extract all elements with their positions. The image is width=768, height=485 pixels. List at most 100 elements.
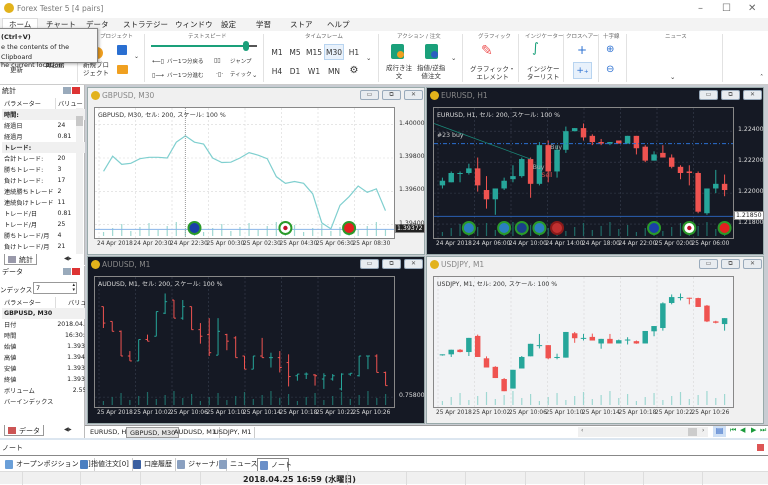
data-tab[interactable]: データ [4,425,44,436]
chart-close-button[interactable]: ✕ [404,90,423,100]
timeframe-m30[interactable]: M30 [324,44,344,60]
chart-restore-button[interactable]: ⧉ [721,90,740,100]
panel-close-icon[interactable] [72,268,80,275]
chart-canvas[interactable] [434,108,733,238]
next-bar-icon[interactable]: ▶ [751,426,756,434]
last-bar-icon[interactable]: ⏭ [760,426,766,435]
tile-windows-icon[interactable]: ▤ [713,426,726,437]
chart-close-button[interactable]: ✕ [743,259,762,269]
open-folder-icon[interactable] [117,65,128,74]
close-window-button[interactable]: ✕ [748,3,756,14]
indicator-list-button[interactable]: インジケー ターリスト [527,65,560,81]
indicator-curve-icon: ∫ [532,41,539,56]
news-more-chevron-icon[interactable]: ⌄ [670,73,675,81]
action-more-chevron-icon[interactable]: ⌄ [451,54,456,62]
tab-store[interactable]: ストア [290,19,313,30]
graphic-elements-button[interactable]: グラフィック・ エレメント [470,65,515,81]
panel-close-icon[interactable] [72,87,80,94]
timeframe-h4[interactable]: H4 [268,67,286,76]
market-order-button[interactable]: 成行き注 文 [386,64,412,80]
prev-bar-icon[interactable]: ◀ [740,426,745,434]
timeframe-settings-gear-icon[interactable]: ⚙ [345,65,363,76]
param-label: 高値 [2,352,55,363]
tab-settings[interactable]: 設定 [221,19,236,30]
tab-news[interactable]: ニュース [217,458,262,471]
tabs-horizontal-scrollbar[interactable]: ‹› [578,427,708,437]
chart-canvas[interactable] [95,108,394,238]
param-label: トレード/日 [2,208,56,219]
tab-account-history[interactable]: 口座履歴 [131,458,176,471]
pending-order-icon [80,460,88,469]
tab-pending-orders[interactable]: 指値注文[0] [78,458,133,471]
time-axis-label: 25 Apr 10:18 [280,410,318,416]
tick-button[interactable]: ティック [230,71,252,79]
crosshair-mode-icon[interactable]: +₊ [573,62,592,79]
chart-canvas[interactable] [434,277,733,407]
timeframe-w1[interactable]: W1 [305,67,323,76]
tab-learning[interactable]: 学習 [256,19,271,30]
param-label: 時間: [2,109,56,120]
chart-document-tabs: EURUSD, H1 GBPUSD, M30 AUDUSD, M1 USDJPY… [85,425,768,438]
candle-body [598,339,603,344]
speed-more-chevron-icon[interactable]: ⌄ [252,71,257,79]
maximize-window-button[interactable]: ☐ [722,3,731,14]
chart-restore-button[interactable]: ⧉ [721,259,740,269]
chart-restore-button[interactable]: ⧉ [382,259,401,269]
index-spinner-icon[interactable]: ▴▾ [72,283,75,293]
timeframe-m5[interactable]: M5 [286,48,304,57]
panel-restore-icon[interactable] [63,87,71,94]
chart-minimize-button[interactable]: ▭ [699,259,718,269]
time-axis-label: 25 Apr 10:26 [353,410,391,416]
param-label: 経過月 [2,131,56,142]
timeframe-d1[interactable]: D1 [286,67,304,76]
project-more-chevron-icon[interactable]: ⌄ [134,53,139,61]
bar-back-button[interactable]: バー1つ分戻る [167,58,204,66]
chart-close-button[interactable]: ✕ [743,90,762,100]
test-speed-slider[interactable] [151,45,257,47]
timeframe-h1[interactable]: H1 [345,48,363,57]
save-icon[interactable] [117,45,127,55]
chart-canvas[interactable] [95,277,394,407]
crosshair-icon[interactable]: + [577,43,587,57]
chart-close-button[interactable]: ✕ [404,259,423,269]
index-input[interactable]: 7▴▾ [33,282,77,294]
zoom-out-icon[interactable]: ⊖ [606,64,614,75]
table-row: 勝ちトレード:3 [2,164,85,175]
pending-order-button[interactable]: 指値/逆指 値注文 [417,64,445,80]
zoom-in-icon[interactable]: ⊕ [606,44,614,55]
tooltip-line: he current location. [1,60,95,70]
chart-minimize-button[interactable]: ▭ [360,259,379,269]
chart-minimize-button[interactable]: ▭ [360,90,379,100]
tab-strategy[interactable]: ストラテジー [123,19,168,30]
crosshair-group-label: クロスヘアー [566,32,598,40]
candle-body [554,357,559,358]
bar-forward-button[interactable]: バー1つ分進む [167,72,204,80]
note-close-icon[interactable] [757,444,764,451]
stats-scrollbar[interactable] [76,108,83,254]
param-label: 安値 [2,363,55,374]
timeframe-mn[interactable]: MN [325,67,343,76]
timeframe-m1[interactable]: M1 [268,48,286,57]
minimize-window-button[interactable]: – [698,3,703,14]
jump-button[interactable]: ジャンプ [230,58,252,66]
param-label: 始値 [2,341,55,352]
doc-tab-usdjpy[interactable]: USDJPY, M1 [211,427,255,438]
tab-help[interactable]: ヘルプ [327,19,350,30]
chart-restore-button[interactable]: ⧉ [382,90,401,100]
tab-window[interactable]: ウィンドウ [175,19,213,30]
first-bar-icon[interactable]: ⏮ [730,426,736,435]
candle-body [704,306,709,322]
globe-icon [498,222,510,234]
stats-tab[interactable]: 統計 [4,254,37,265]
panel-nav-arrows-icon[interactable]: ◀▸ [64,255,72,262]
timeframe-m15[interactable]: M15 [305,48,323,57]
collapse-ribbon-icon[interactable]: ˄ [760,73,763,81]
test-speed-thumb[interactable] [243,41,249,51]
tab-notes[interactable]: ノート [257,458,289,471]
panel-restore-icon[interactable] [63,268,71,275]
chart-minimize-button[interactable]: ▭ [699,90,718,100]
timeframe-more-chevron-icon[interactable]: ⌄ [366,54,371,62]
panel-nav-arrows-icon[interactable]: ◀▸ [64,426,72,433]
table-row: 合計トレード:20 [2,153,85,164]
table-row: 日付2018.04.25 [2,319,95,330]
